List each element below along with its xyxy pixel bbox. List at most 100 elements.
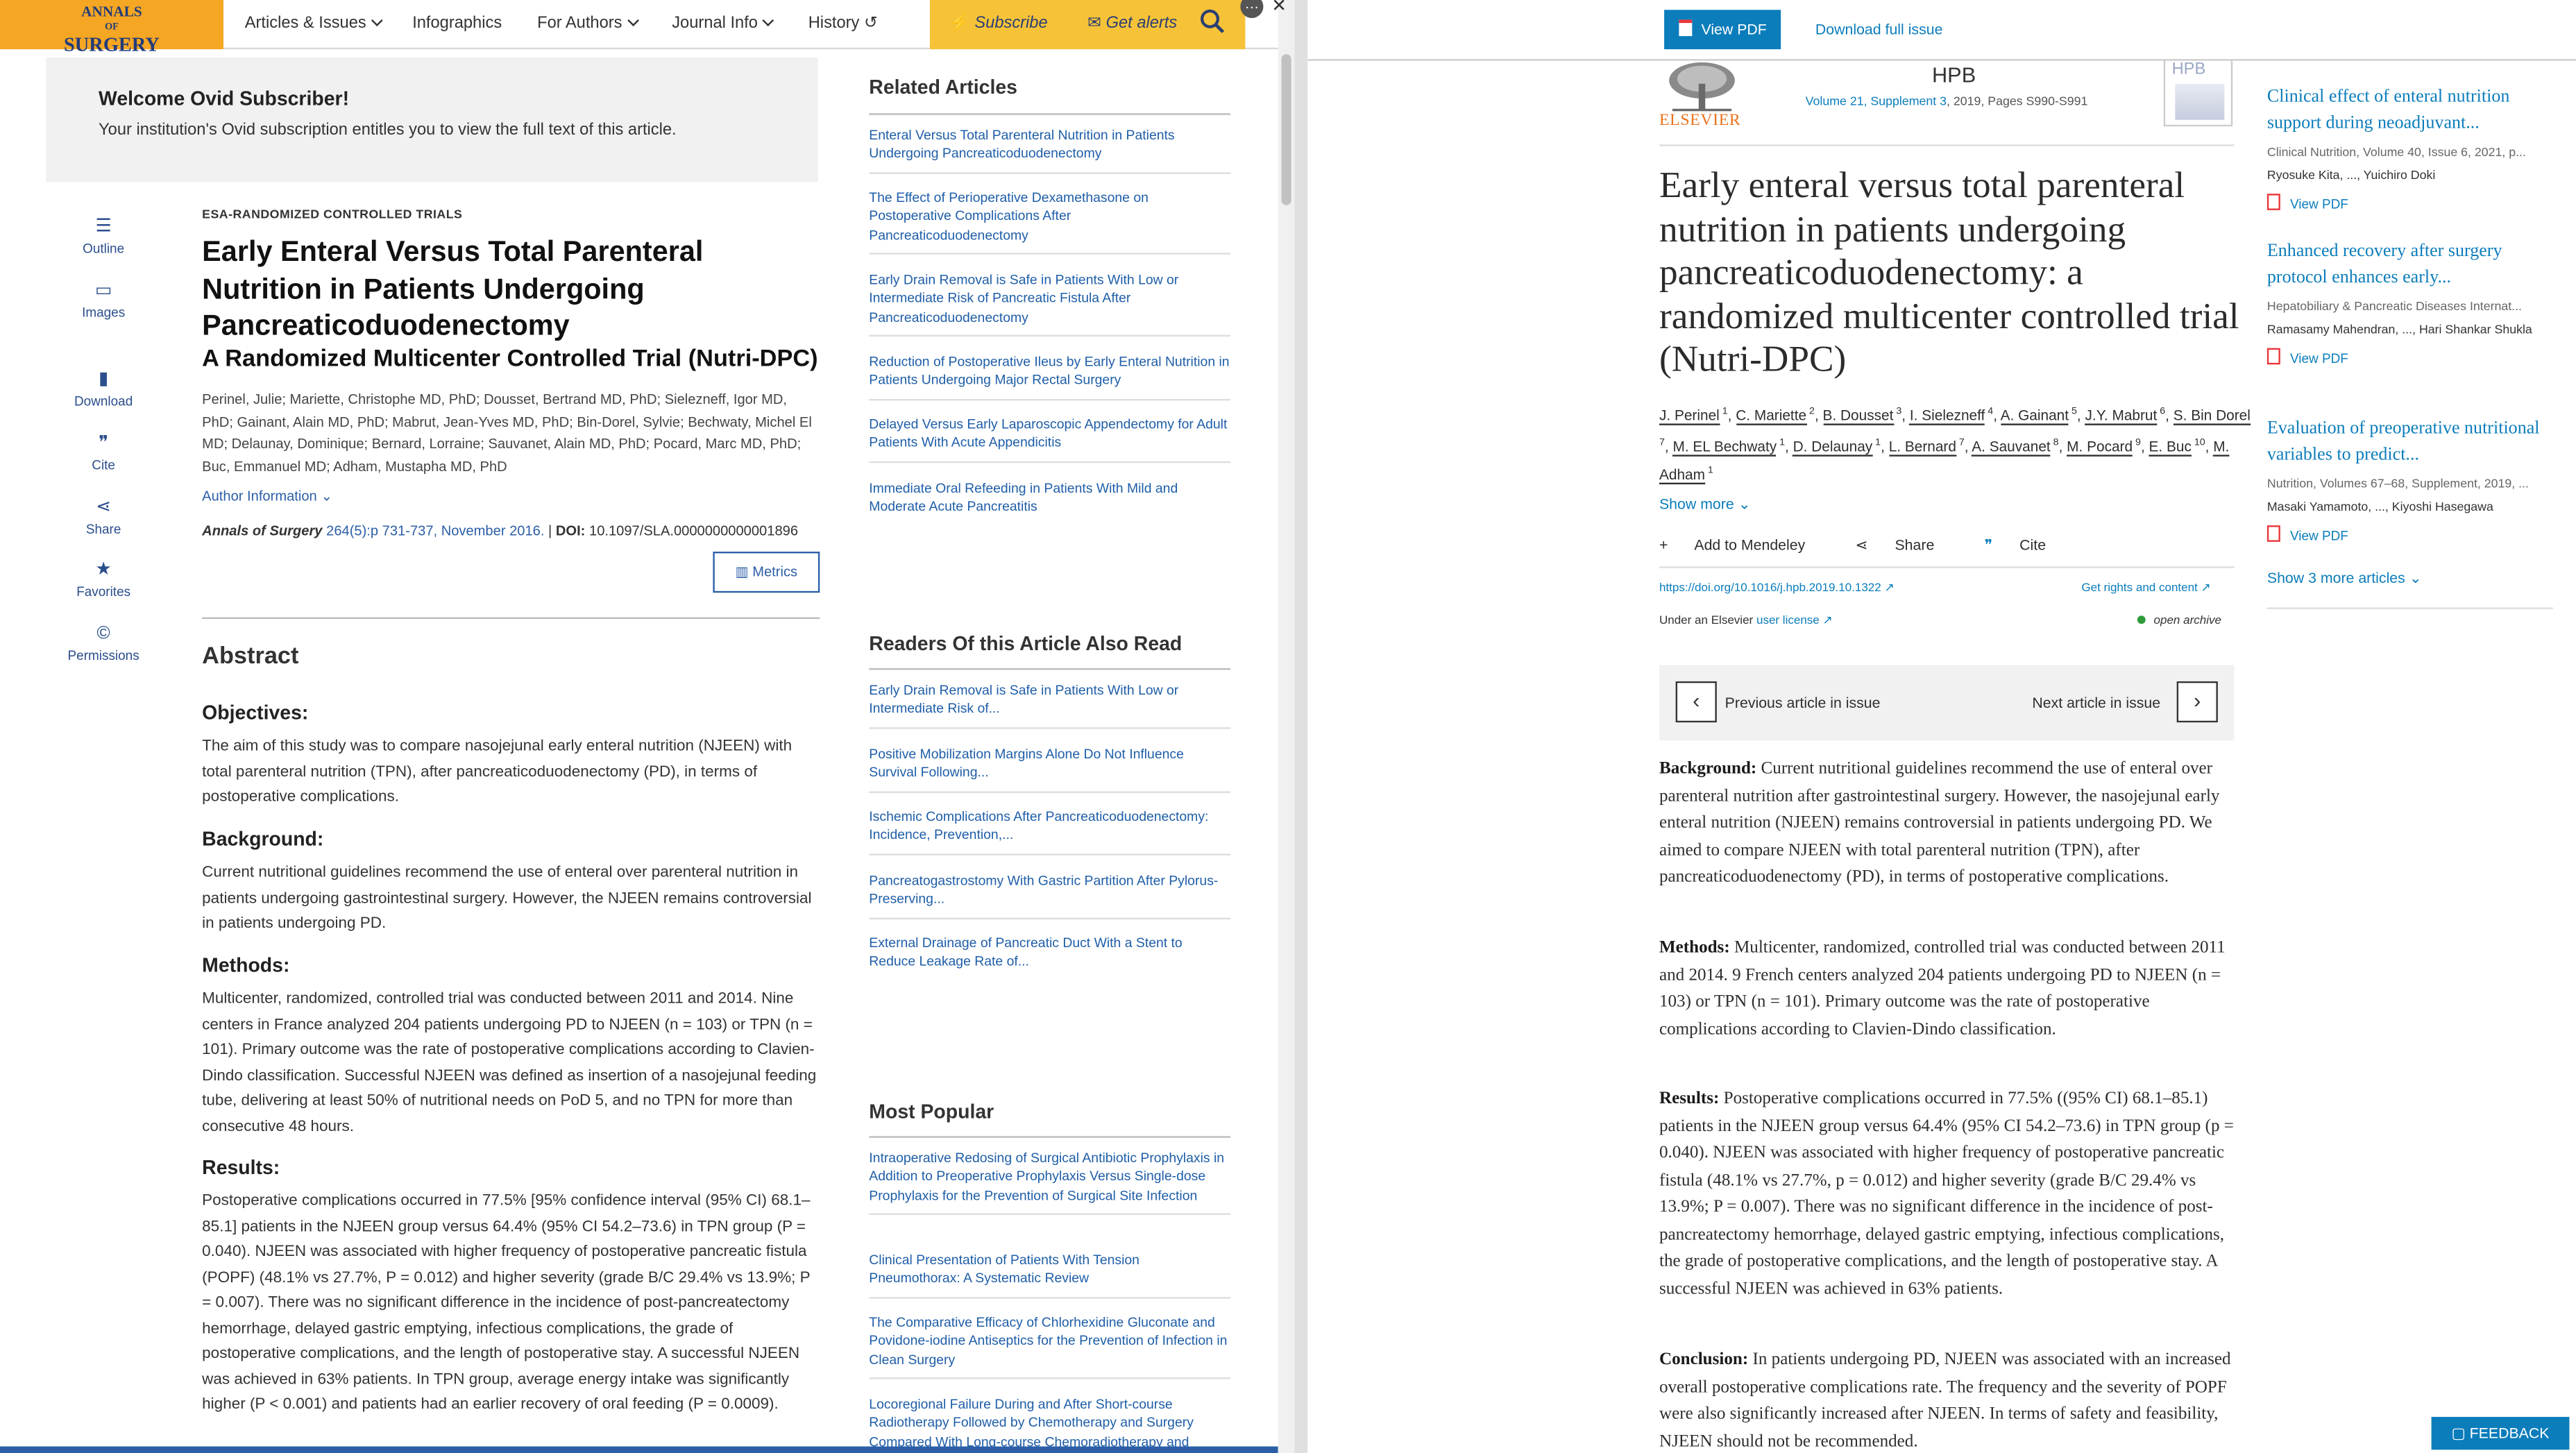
nav-articles-label: Articles & Issues <box>244 15 366 33</box>
list-icon: ☰ <box>95 216 112 237</box>
download-tool[interactable]: ▮ Download <box>46 369 161 409</box>
popular-article-link[interactable]: The Comparative Efficacy of Chlorhexidin… <box>869 1314 1231 1380</box>
nav-journal-info[interactable]: Journal Info <box>672 15 774 33</box>
readers-article-link[interactable]: Ischemic Complications After Pancreatico… <box>869 808 1231 856</box>
author-link[interactable]: J.Y. Mabrut 6 <box>2085 407 2165 425</box>
elsevier-logo[interactable]: ELSEVIER <box>1659 61 1745 130</box>
journal-cover-image[interactable]: HPB <box>2163 59 2233 127</box>
author-affiliation-number: 7 <box>1956 438 1965 448</box>
abstract-results: Results: Postoperative complications occ… <box>1659 1087 2235 1303</box>
rights-link[interactable]: Get rights and content ↗ <box>2081 579 2210 594</box>
left-scrollbar[interactable] <box>1278 0 1295 1453</box>
abstract-background: Background: Current nutritional guidelin… <box>1659 757 2235 892</box>
show-more-button[interactable]: Show more ⌄ <box>1659 496 1751 514</box>
abstract-methods: Methods: Multicenter, randomized, contro… <box>1659 936 2235 1044</box>
view-pdf-button[interactable]: View PDF <box>1664 10 1781 49</box>
related-article-link[interactable]: Immediate Oral Refeeding in Patients Wit… <box>869 479 1230 525</box>
popular-article-link[interactable]: Locoregional Failure During and After Sh… <box>869 1395 1230 1453</box>
readers-article-link[interactable]: Pancreatogastrostomy With Gastric Partit… <box>869 872 1231 919</box>
cite-tool[interactable]: ❞ Cite <box>46 434 161 473</box>
author-link[interactable]: M. EL Bechwaty 1 <box>1672 438 1785 457</box>
images-label: Images <box>82 305 126 321</box>
divider <box>869 1136 1231 1138</box>
outline-tool[interactable]: ☰ Outline <box>46 216 161 256</box>
subscribe-link[interactable]: ⚡ Subscribe <box>949 15 1047 33</box>
doi-link[interactable]: https://doi.org/10.1016/j.hpb.2019.10.13… <box>1659 579 1895 594</box>
view-pdf-label: View PDF <box>2290 351 2348 366</box>
readers-article-link[interactable]: Positive Mobilization Margins Alone Do N… <box>869 745 1231 793</box>
journal-logo[interactable]: ANNALS OF SURGERY <box>0 0 223 54</box>
metrics-button[interactable]: ▥ Metrics <box>713 552 820 593</box>
view-pdf-link[interactable]: View PDF <box>2266 348 2559 366</box>
nav-for-authors[interactable]: For Authors <box>537 15 639 33</box>
pdf-icon <box>2266 525 2280 542</box>
issue-navigation: ‹ Previous article in issue Next article… <box>1659 665 2235 741</box>
share-button[interactable]: ⋖ Share <box>1855 537 1957 554</box>
share-tool[interactable]: ⋖ Share <box>46 498 161 537</box>
readers-article-link[interactable]: Early Drain Removal is Safe in Patients … <box>869 681 1231 729</box>
view-pdf-link[interactable]: View PDF <box>2266 194 2559 212</box>
plus-icon: + <box>1659 536 1668 554</box>
subscribe-bar: ⚡ Subscribe ✉ Get alerts <box>929 0 1246 49</box>
favorites-tool[interactable]: ★ Favorites <box>46 560 161 600</box>
background-text: Current nutritional guidelines recommend… <box>1659 760 2220 887</box>
background-heading: Background: <box>202 827 324 851</box>
get-alerts-link[interactable]: ✉ Get alerts <box>1087 15 1177 33</box>
nav-infographics[interactable]: Infographics <box>412 15 502 33</box>
search-icon[interactable] <box>1199 8 1226 41</box>
download-full-issue-link[interactable]: Download full issue <box>1815 22 1943 38</box>
split-view-divider[interactable] <box>1294 0 1308 1453</box>
related-article-link[interactable]: Delayed Versus Early Laparoscopic Append… <box>869 416 1231 463</box>
journal-name[interactable]: HPB <box>1932 62 1976 87</box>
recommended-article-title[interactable]: Evaluation of preoperative nutritional v… <box>2267 416 2559 468</box>
nav-history[interactable]: History ↺ <box>808 15 878 33</box>
author-link[interactable]: B. Dousset 3 <box>1822 407 1901 425</box>
volume-link[interactable]: Volume 21, Supplement 3 <box>1806 94 1947 108</box>
scrollbar-thumb[interactable] <box>1281 54 1291 205</box>
readers-article-link[interactable]: External Drainage of Pancreatic Duct Wit… <box>869 934 1230 980</box>
author-links[interactable]: J. Perinel 1, C. Mariette 2, B. Dousset … <box>1659 407 2251 484</box>
share-label: Share <box>1895 536 1935 554</box>
author-link[interactable]: M. Pocard 9 <box>2067 438 2141 457</box>
volume-link[interactable]: 264(5):p 731-737, November 2016. <box>326 522 544 538</box>
permissions-tool[interactable]: © Permissions <box>46 624 161 663</box>
feedback-button[interactable]: ▢ FEEDBACK <box>2431 1416 2570 1450</box>
author-link[interactable]: A. Gainant 5 <box>2001 407 2077 425</box>
next-article-button[interactable]: › <box>2176 681 2218 723</box>
open-archive-badge: open archive <box>2137 613 2221 627</box>
related-article-link[interactable]: Early Drain Removal is Safe in Patients … <box>869 271 1231 337</box>
show-more-articles-button[interactable]: Show 3 more articles ⌄ <box>2267 570 2422 588</box>
author-link[interactable]: L. Bernard 7 <box>1889 438 1965 457</box>
author-link[interactable]: C. Mariette 2 <box>1736 407 1815 425</box>
add-to-mendeley-button[interactable]: + Add to Mendeley <box>1659 537 1828 554</box>
related-article-link[interactable]: Enteral Versus Total Parenteral Nutritio… <box>869 126 1231 174</box>
chevron-down-icon: ⌄ <box>2409 570 2422 586</box>
author-information-toggle[interactable]: Author Information ⌄ <box>202 488 332 506</box>
recommended-article-title[interactable]: Clinical effect of enteral nutrition sup… <box>2267 84 2559 137</box>
author-link[interactable]: D. Delaunay 1 <box>1793 438 1881 457</box>
next-article-label[interactable]: Next article in issue <box>2032 695 2160 711</box>
author-link[interactable]: I. Sielezneff 4 <box>1910 407 1993 425</box>
chevron-down-icon <box>371 15 383 26</box>
author-link[interactable]: E. Buc 10 <box>2149 438 2205 457</box>
popular-article-link[interactable]: Clinical Presentation of Patients With T… <box>869 1251 1231 1299</box>
view-pdf-link[interactable]: View PDF <box>2266 525 2559 543</box>
previous-article-button[interactable]: ‹ <box>1675 681 1717 723</box>
nav-articles-issues[interactable]: Articles & Issues <box>244 15 383 33</box>
close-icon[interactable]: ✕ <box>1271 0 1287 17</box>
author-link[interactable]: A. Sauvanet 8 <box>1972 438 2059 457</box>
abstract-heading: Abstract <box>202 643 299 670</box>
user-license-link[interactable]: user license <box>1756 613 1820 627</box>
images-tool[interactable]: ▭ Images <box>46 281 161 321</box>
author-link[interactable]: J. Perinel 1 <box>1659 407 1728 425</box>
cite-button[interactable]: ❞ Cite <box>1985 537 2069 554</box>
related-article-link[interactable]: Reduction of Postoperative Ileus by Earl… <box>869 353 1231 400</box>
related-article-link[interactable]: The Effect of Perioperative Dexamethason… <box>869 189 1231 255</box>
author-name: S. Bin Dorel <box>2174 407 2251 425</box>
popular-article-link[interactable]: Intraoperative Redosing of Surgical Anti… <box>869 1149 1231 1216</box>
recommended-article-title[interactable]: Enhanced recovery after surgery protocol… <box>2267 238 2559 291</box>
pdf-icon <box>1678 19 1692 37</box>
previous-article-label[interactable]: Previous article in issue <box>1725 695 1881 711</box>
related-articles-heading: Related Articles <box>869 75 1017 99</box>
pdf-icon <box>2266 348 2280 365</box>
